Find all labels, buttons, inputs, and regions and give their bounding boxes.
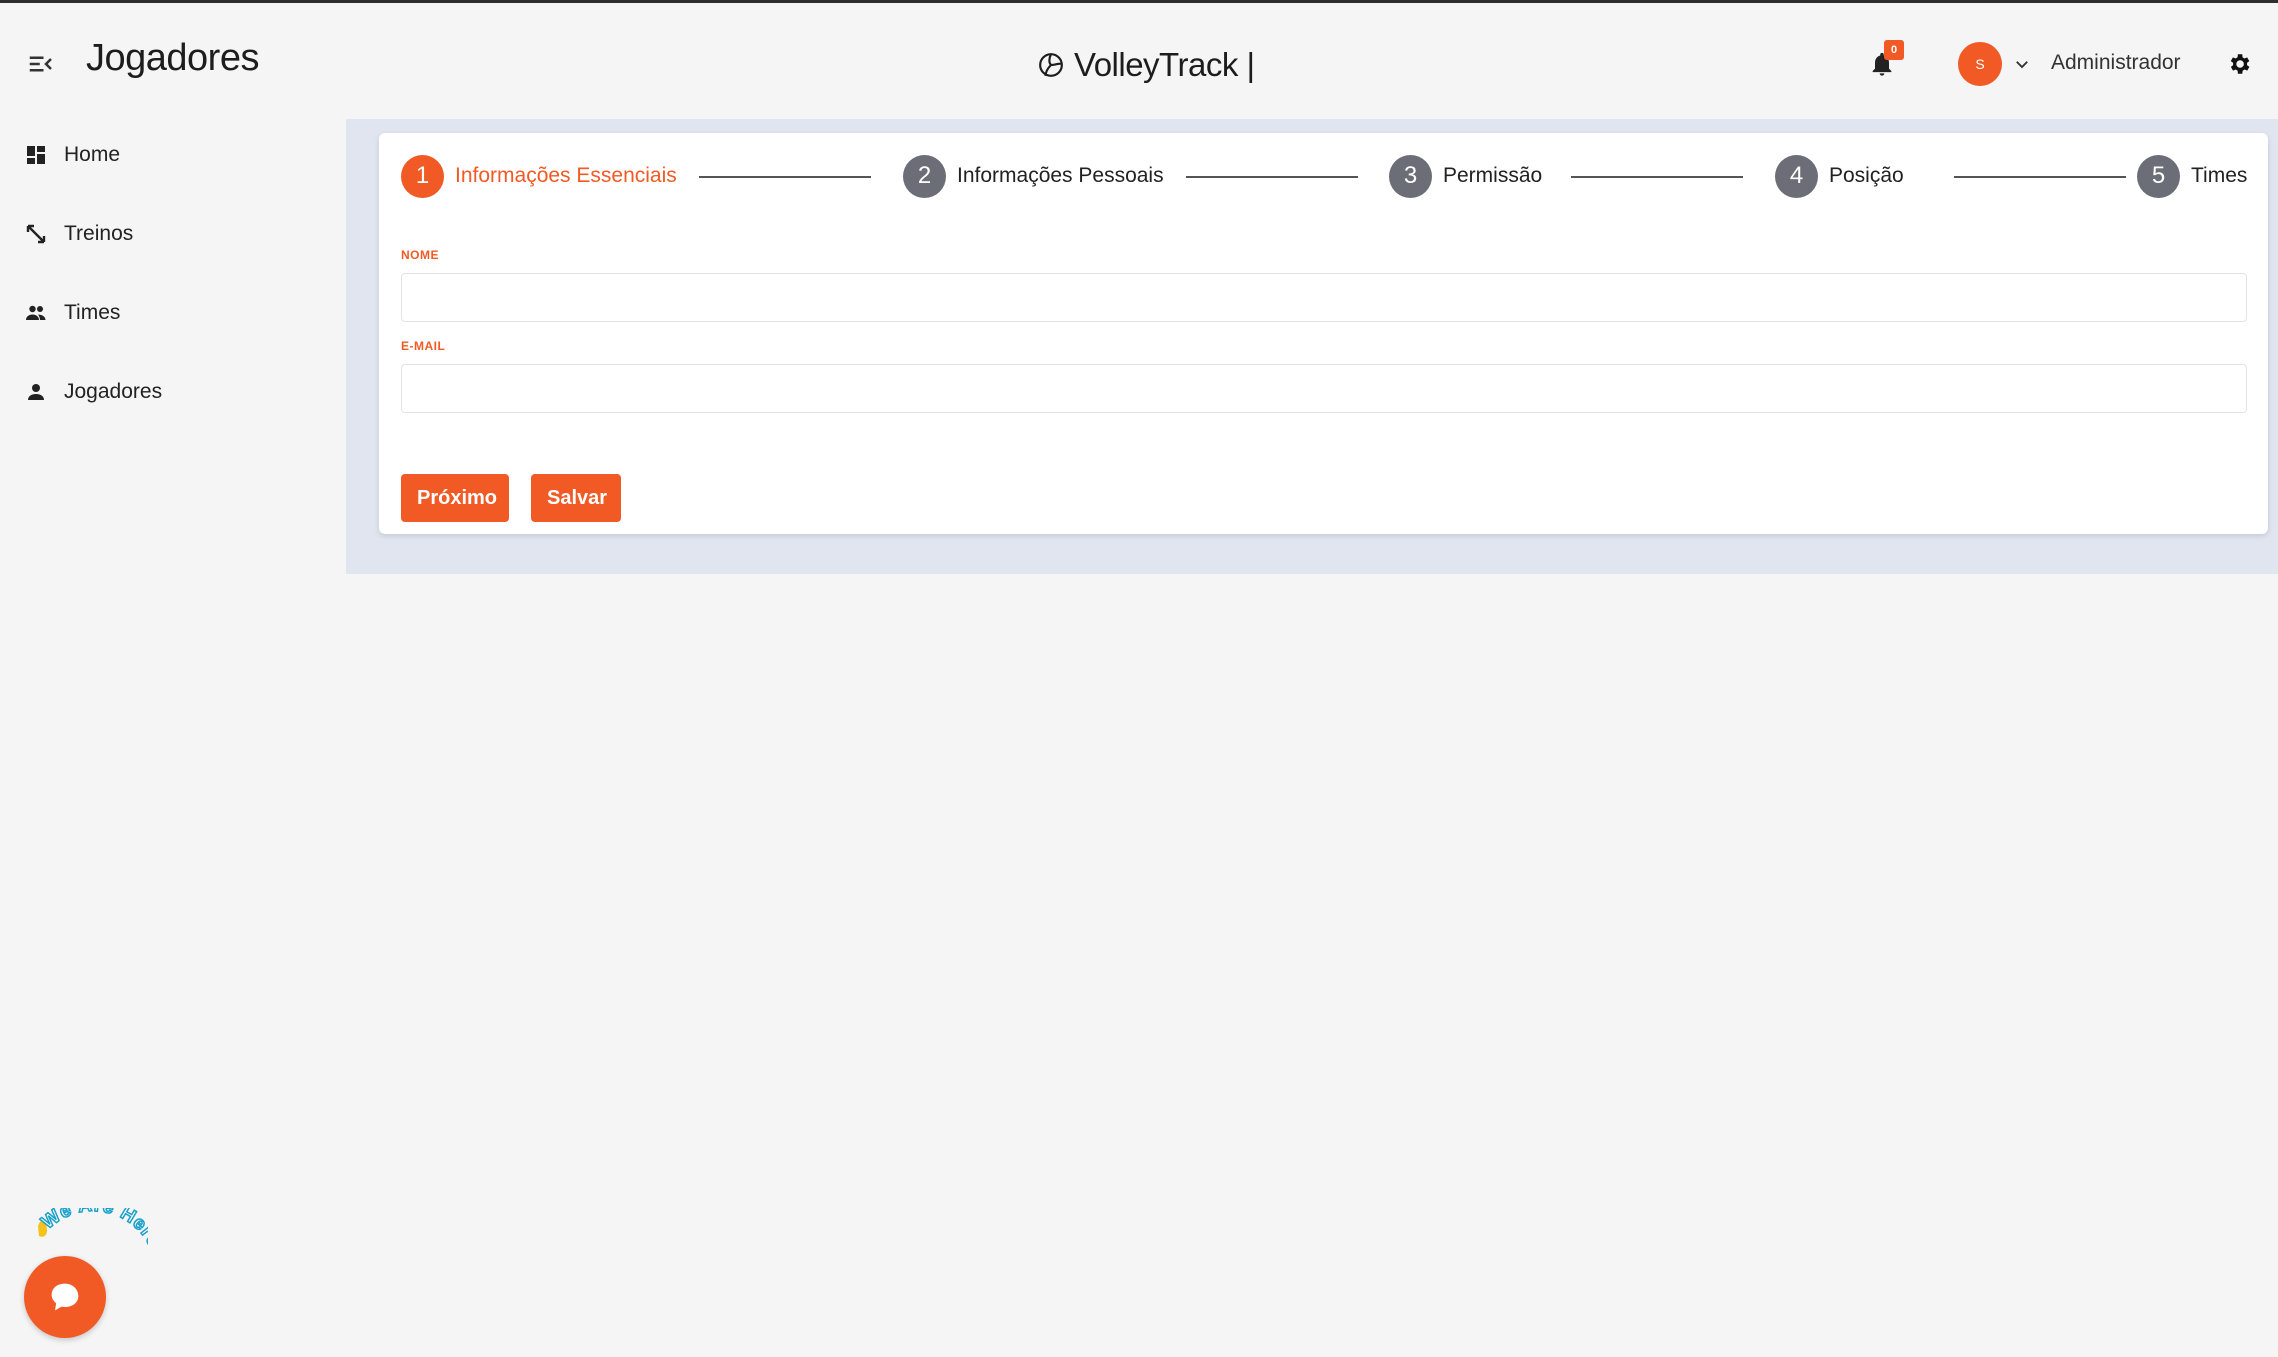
email-input[interactable] (401, 364, 2247, 413)
chat-bubble-icon (51, 1283, 79, 1311)
step-4[interactable]: 4 Posição (1775, 154, 1904, 198)
sidebar-item-times[interactable]: Times (24, 293, 120, 333)
sidebar-item-home[interactable]: Home (24, 135, 120, 175)
arrows-diagonal-icon (26, 224, 46, 244)
brand-name: VolleyTrack | (1074, 46, 1255, 83)
save-button[interactable]: Salvar (531, 474, 621, 522)
step-number: 3 (1389, 154, 1432, 198)
person-icon (28, 384, 44, 400)
player-form-card: 1 Informações Essenciais 2 Informações P… (379, 133, 2268, 534)
gear-icon[interactable] (2226, 51, 2252, 77)
chat-badge-text: We Are Here! (37, 1208, 148, 1258)
step-number: 4 (1775, 154, 1818, 198)
step-1[interactable]: 1 Informações Essenciais (401, 154, 677, 198)
step-label: Times (2191, 164, 2248, 187)
chevron-down-icon[interactable] (2013, 55, 2031, 73)
sidebar-item-treinos[interactable]: Treinos (24, 214, 133, 254)
user-name[interactable]: Administrador (2051, 51, 2181, 75)
app-header: Jogadores VolleyTrack | 0 S Administrado… (0, 3, 2278, 119)
email-label: E-MAIL (401, 339, 446, 353)
step-number: 1 (401, 154, 444, 198)
volleyball-icon (1039, 53, 1063, 77)
step-5[interactable]: 5 Times (2137, 154, 2247, 198)
sidebar-item-jogadores[interactable]: Jogadores (24, 372, 162, 412)
sidebar-item-label: Jogadores (64, 380, 163, 403)
sidebar-item-label: Treinos (64, 222, 134, 245)
step-label: Informações Pessoais (957, 164, 1164, 187)
step-connector (1571, 176, 1743, 178)
next-button[interactable]: Próximo (401, 474, 509, 522)
brand-logo[interactable]: VolleyTrack | (1038, 41, 1255, 89)
page-title: Jogadores (86, 37, 259, 79)
step-2[interactable]: 2 Informações Pessoais (903, 154, 1164, 198)
step-connector (699, 176, 871, 178)
nome-label: NOME (401, 248, 439, 262)
notification-badge: 0 (1884, 40, 1904, 60)
dashboard-icon (27, 146, 45, 164)
step-3[interactable]: 3 Permissão (1389, 154, 1542, 198)
sidebar-item-label: Home (64, 143, 121, 166)
svg-text:We Are Here!: We Are Here! (38, 1208, 148, 1257)
step-connector (1954, 176, 2126, 178)
step-label: Informações Essenciais (455, 164, 677, 187)
avatar[interactable]: S (1958, 42, 2002, 86)
menu-collapse-icon[interactable] (26, 49, 56, 79)
step-number: 5 (2137, 154, 2180, 198)
step-number: 2 (903, 154, 946, 198)
step-label: Permissão (1443, 164, 1543, 187)
step-connector (1186, 176, 1358, 178)
group-icon (26, 305, 46, 320)
step-label: Posição (1829, 164, 1904, 187)
nome-input[interactable] (401, 273, 2247, 322)
sidebar-item-label: Times (64, 301, 121, 324)
stepper: 1 Informações Essenciais 2 Informações P… (401, 154, 2251, 198)
chat-open-button[interactable] (24, 1256, 106, 1338)
chat-widget[interactable]: We Are Here! (18, 1208, 148, 1338)
